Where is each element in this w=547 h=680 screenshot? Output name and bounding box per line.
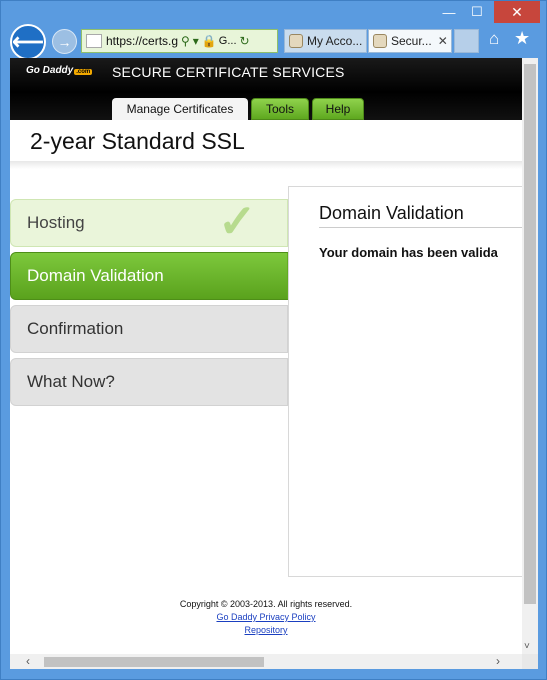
scroll-down-icon[interactable]: ˅ xyxy=(524,641,530,652)
vertical-scrollbar[interactable]: ˅ xyxy=(522,58,538,654)
address-bar[interactable]: https://certs.g ⚲ ▾ 🔒 G... ↻ xyxy=(81,29,278,53)
lock-icon[interactable]: 🔒 xyxy=(202,34,217,48)
forward-button[interactable]: → xyxy=(52,29,77,54)
tab-secure-certificate[interactable]: Secur... ✕ xyxy=(368,29,452,53)
forward-arrow-icon: → xyxy=(57,33,72,50)
site-header: Go Daddy .com SECURE CERTIFICATE SERVICES… xyxy=(10,58,522,120)
step-domain-validation[interactable]: Domain Validation xyxy=(10,252,302,300)
scrollbar-thumb[interactable] xyxy=(44,657,264,667)
refresh-icon[interactable]: ↻ xyxy=(240,34,250,48)
page-viewport: Go Daddy .com SECURE CERTIFICATE SERVICES… xyxy=(10,58,538,669)
repository-link[interactable]: Repository xyxy=(10,624,522,637)
step-label: What Now? xyxy=(27,372,115,391)
logo-text: Go Daddy xyxy=(26,65,74,76)
back-arrow-icon: ⟵ xyxy=(12,29,44,54)
minimize-button[interactable]: — xyxy=(436,1,462,23)
checkmark-icon: ✓ xyxy=(218,195,257,247)
godaddy-logo[interactable]: Go Daddy .com xyxy=(26,65,93,76)
horizontal-scrollbar[interactable]: ‹ › xyxy=(10,654,522,669)
url-text[interactable]: https://certs.g xyxy=(106,34,178,48)
step-what-now[interactable]: What Now? xyxy=(10,358,288,406)
step-label: Domain Validation xyxy=(27,266,164,285)
browser-toolbar: ⟵ → https://certs.g ⚲ ▾ 🔒 G... ↻ My Acco… xyxy=(1,23,546,60)
home-icon[interactable]: ⌂ xyxy=(489,29,499,49)
maximize-button[interactable]: ☐ xyxy=(464,1,490,23)
tab-help[interactable]: Help xyxy=(312,98,364,120)
favicon-icon xyxy=(289,34,303,48)
logo-badge: .com xyxy=(74,69,93,75)
footer: Copyright © 2003-2013. All rights reserv… xyxy=(10,598,522,637)
scroll-right-icon[interactable]: › xyxy=(496,654,500,668)
privacy-policy-link[interactable]: Go Daddy Privacy Policy xyxy=(10,611,522,624)
new-tab-button[interactable] xyxy=(454,29,479,53)
step-confirmation[interactable]: Confirmation xyxy=(10,305,288,353)
page-content: Go Daddy .com SECURE CERTIFICATE SERVICES… xyxy=(10,58,522,654)
tab-label: My Acco... xyxy=(307,34,363,48)
step-label: Confirmation xyxy=(27,319,124,338)
step-label: Hosting xyxy=(27,213,85,232)
scrollbar-thumb[interactable] xyxy=(524,64,536,604)
page-title: 2-year Standard SSL xyxy=(30,128,245,154)
browser-window: — ☐ ✕ ⟵ → https://certs.g ⚲ ▾ 🔒 G... ↻ M… xyxy=(0,0,547,680)
scroll-left-icon[interactable]: ‹ xyxy=(26,654,30,668)
certificate-label[interactable]: G... xyxy=(219,35,237,47)
tab-my-account[interactable]: My Acco... xyxy=(284,29,367,53)
tab-manage-certificates[interactable]: Manage Certificates xyxy=(112,98,248,120)
back-button[interactable]: ⟵ xyxy=(10,24,46,60)
site-title: SECURE CERTIFICATE SERVICES xyxy=(112,64,345,80)
validation-panel: Domain Validation Your domain has been v… xyxy=(288,186,522,577)
favorites-icon[interactable]: ★ xyxy=(514,28,530,49)
search-icon[interactable]: ⚲ xyxy=(181,34,190,48)
page-icon xyxy=(86,34,102,48)
divider xyxy=(319,227,522,228)
panel-title: Domain Validation xyxy=(319,203,464,223)
scrollbar-corner xyxy=(522,654,538,669)
tab-tools[interactable]: Tools xyxy=(251,98,309,120)
close-window-button[interactable]: ✕ xyxy=(494,1,540,23)
dropdown-icon[interactable]: ▾ xyxy=(193,34,199,48)
favicon-icon xyxy=(373,34,387,48)
divider xyxy=(10,161,522,169)
validation-message: Your domain has been valida xyxy=(319,245,498,260)
close-tab-icon[interactable]: ✕ xyxy=(438,34,448,48)
tab-label: Secur... xyxy=(391,34,432,48)
copyright-text: Copyright © 2003-2013. All rights reserv… xyxy=(179,599,353,609)
